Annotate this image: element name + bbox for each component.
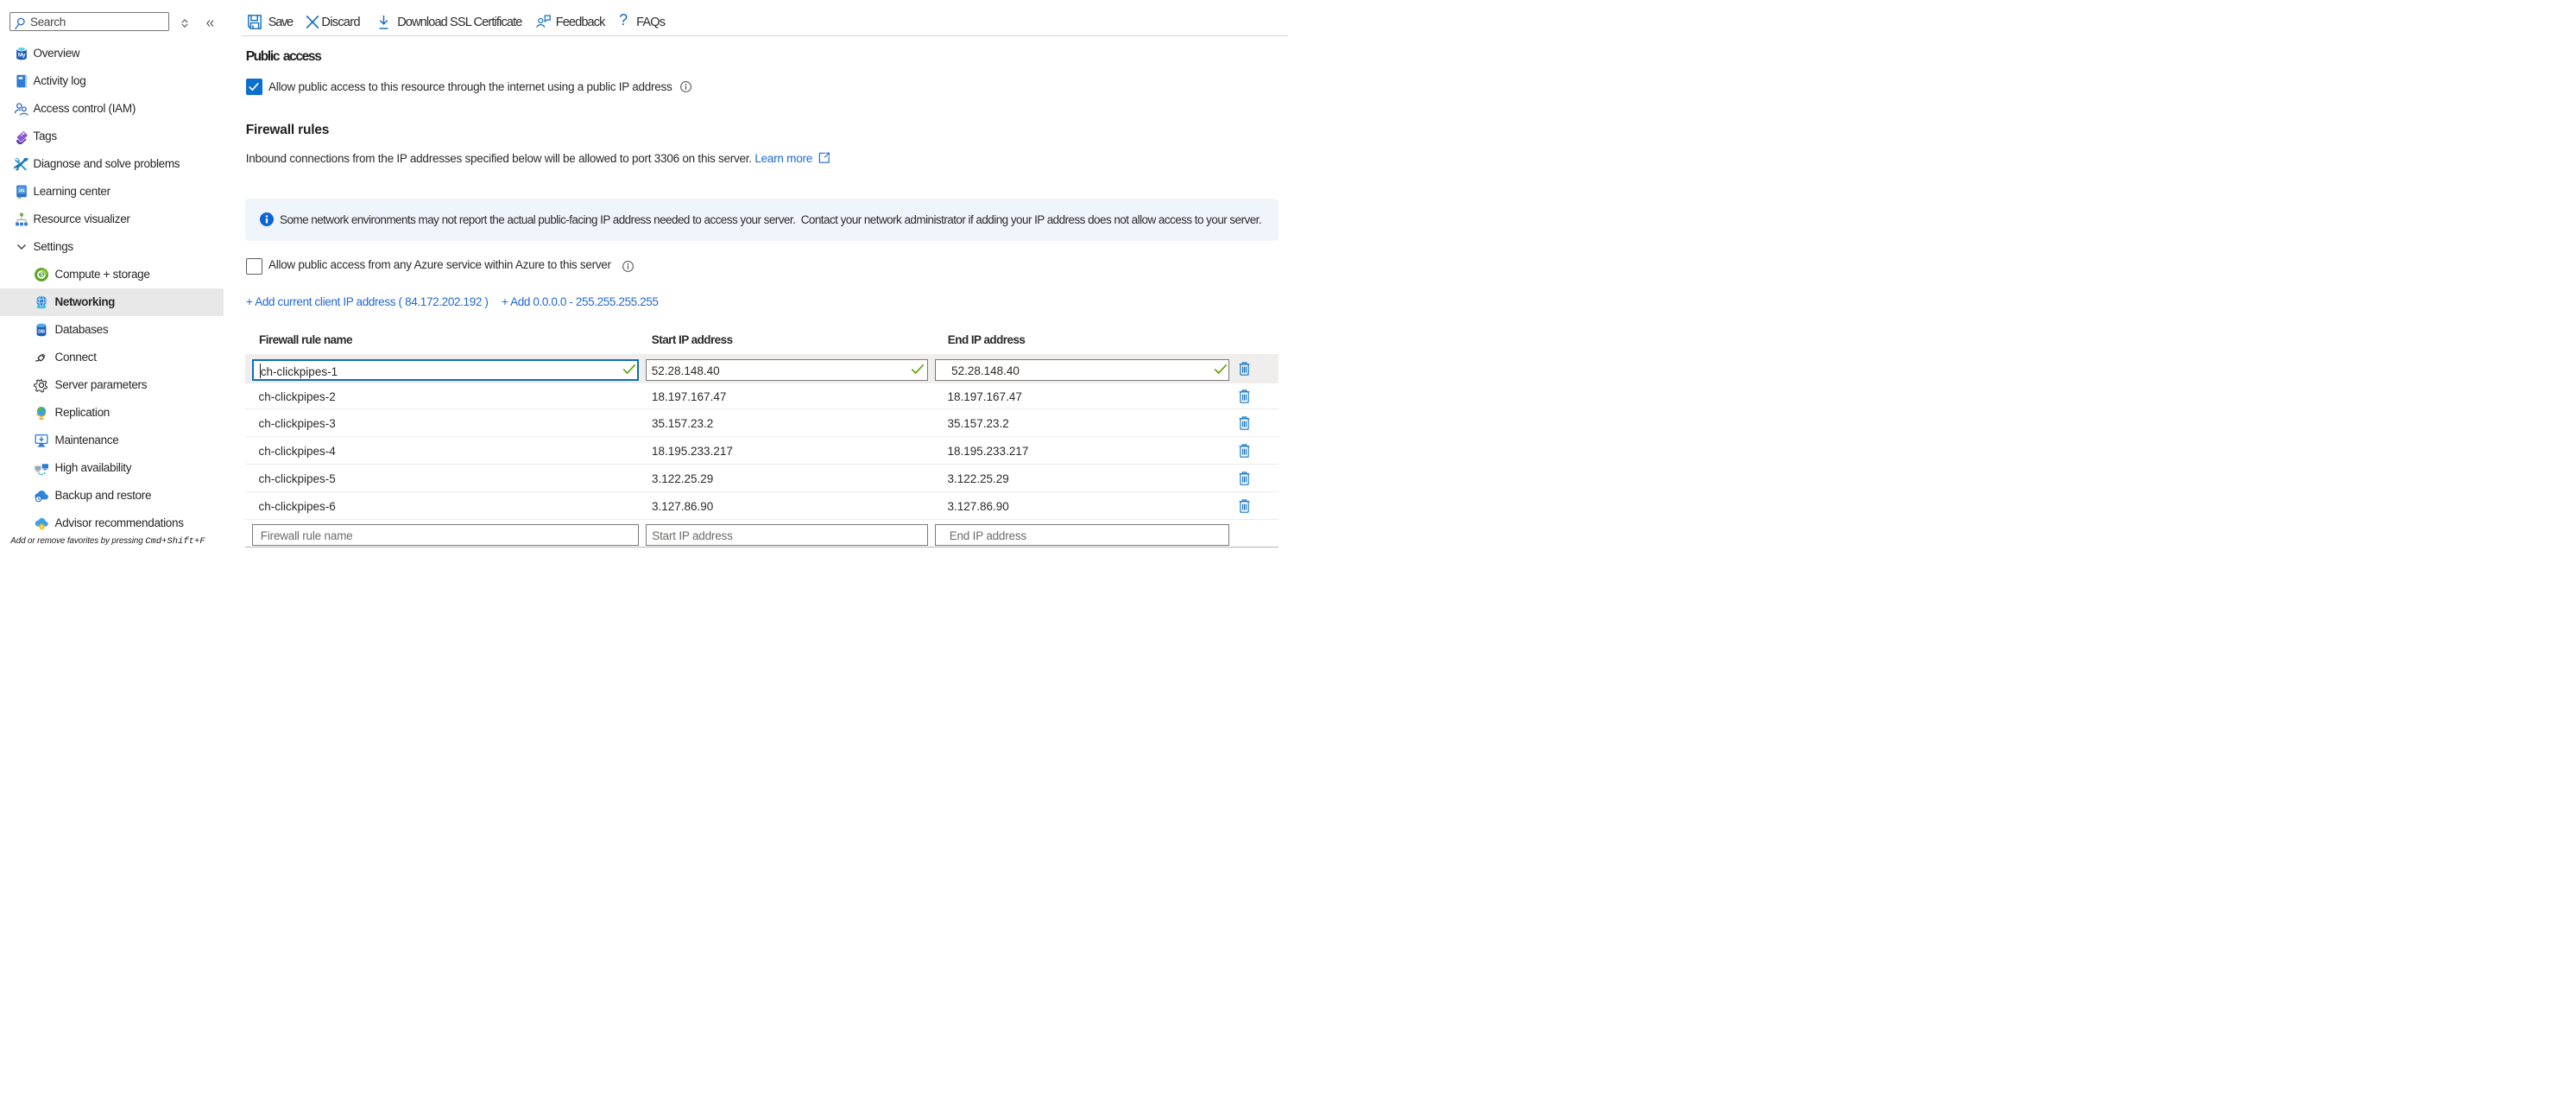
svg-text:101: 101 bbox=[19, 188, 26, 193]
svg-text:My: My bbox=[18, 52, 26, 58]
svg-text:DB: DB bbox=[38, 329, 45, 334]
